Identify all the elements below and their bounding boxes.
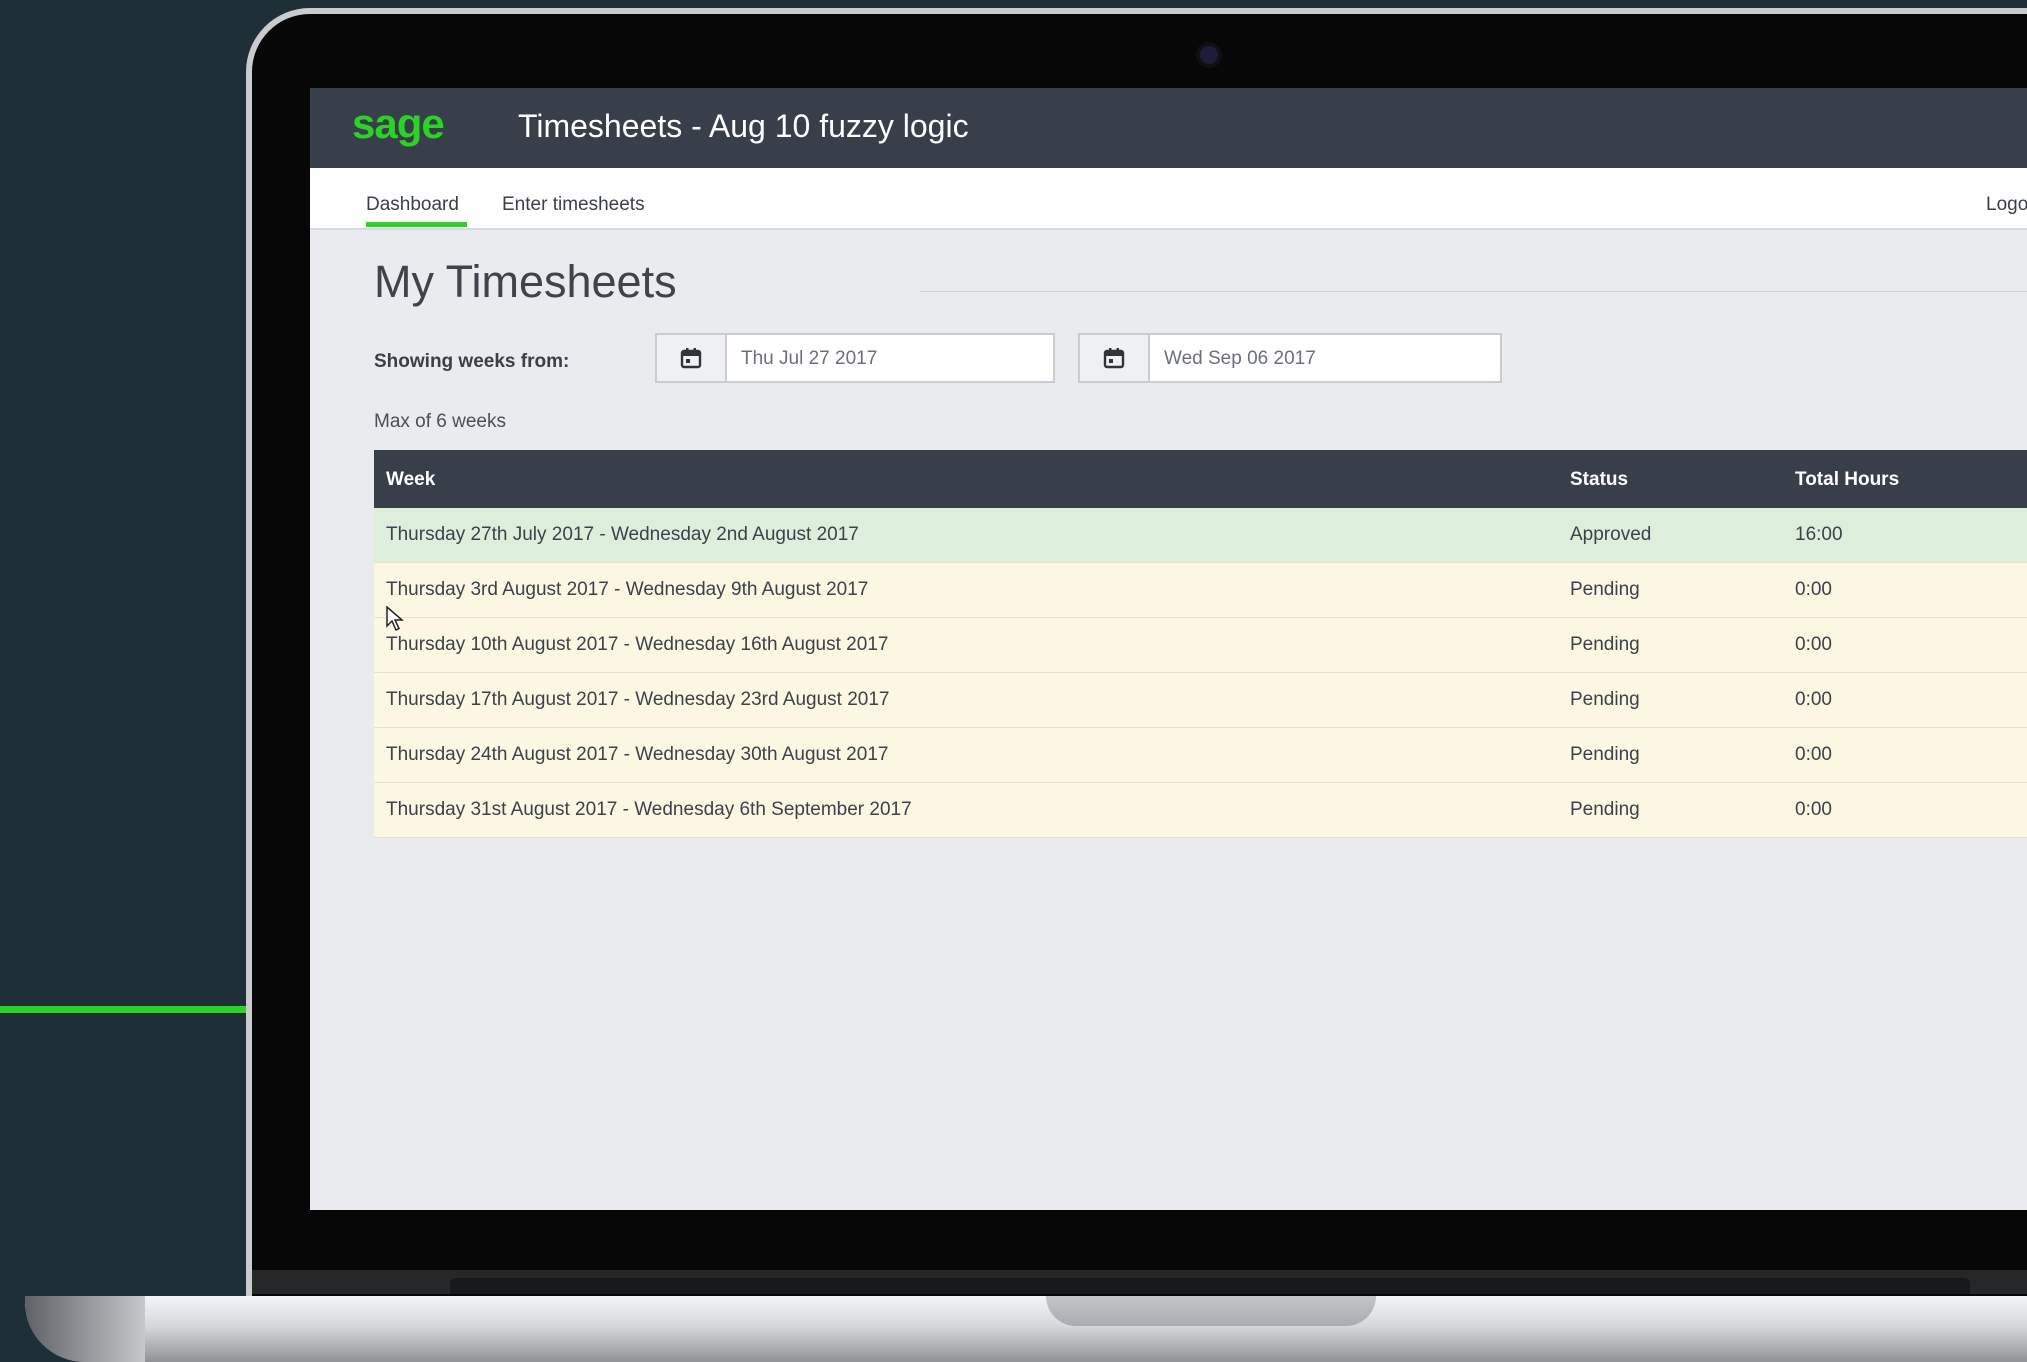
row-status: Approved bbox=[1570, 524, 1652, 545]
from-date-field[interactable]: Thu Jul 27 2017 bbox=[655, 333, 1055, 383]
table-row[interactable]: Thursday 17th August 2017 - Wednesday 23… bbox=[374, 673, 2027, 728]
row-status: Pending bbox=[1570, 799, 1640, 820]
timesheets-table: Week Status Total Hours Thursday 27th Ju… bbox=[374, 450, 2027, 838]
row-total-hours: 0:00 bbox=[1795, 634, 1832, 655]
app-screen: sage Timesheets - Aug 10 fuzzy logic Das… bbox=[310, 88, 2027, 1210]
app-title: Timesheets - Aug 10 fuzzy logic bbox=[518, 108, 969, 144]
table-row[interactable]: Thursday 10th August 2017 - Wednesday 16… bbox=[374, 618, 2027, 673]
app-header: sage Timesheets - Aug 10 fuzzy logic bbox=[310, 88, 2027, 168]
row-status: Pending bbox=[1570, 689, 1640, 710]
webcam bbox=[1200, 46, 1218, 64]
row-total-hours: 0:00 bbox=[1795, 579, 1832, 600]
row-week[interactable]: Thursday 3rd August 2017 - Wednesday 9th… bbox=[386, 579, 868, 601]
date-range-label: Showing weeks from: bbox=[374, 351, 570, 372]
table-header: Week Status Total Hours bbox=[374, 450, 2027, 508]
to-date-value[interactable]: Wed Sep 06 2017 bbox=[1164, 348, 1316, 370]
row-week[interactable]: Thursday 17th August 2017 - Wednesday 23… bbox=[386, 689, 890, 711]
table-row[interactable]: Thursday 3rd August 2017 - Wednesday 9th… bbox=[374, 563, 2027, 618]
sage-logo[interactable]: sage bbox=[352, 100, 445, 148]
tab-enter-timesheets[interactable]: Enter timesheets bbox=[502, 194, 645, 216]
laptop-base-edge bbox=[25, 1296, 145, 1362]
row-total-hours: 0:00 bbox=[1795, 799, 1832, 820]
calendar-icon[interactable] bbox=[657, 335, 727, 381]
table-row[interactable]: Thursday 27th July 2017 - Wednesday 2nd … bbox=[374, 508, 2027, 563]
row-status: Pending bbox=[1570, 634, 1640, 655]
from-date-value[interactable]: Thu Jul 27 2017 bbox=[741, 348, 877, 370]
active-tab-indicator bbox=[366, 222, 467, 227]
row-week[interactable]: Thursday 10th August 2017 - Wednesday 16… bbox=[386, 634, 888, 656]
page-title: My Timesheets bbox=[374, 256, 677, 307]
row-week[interactable]: Thursday 27th July 2017 - Wednesday 2nd … bbox=[386, 524, 859, 546]
accent-line bbox=[0, 1006, 246, 1013]
logout-link[interactable]: Logo bbox=[1986, 194, 2027, 216]
max-weeks-note: Max of 6 weeks bbox=[374, 411, 506, 432]
laptop-hinge-inner bbox=[450, 1278, 1970, 1294]
mouse-cursor-icon bbox=[386, 605, 405, 637]
table-row[interactable]: Thursday 31st August 2017 - Wednesday 6t… bbox=[374, 783, 2027, 838]
column-header-week[interactable]: Week bbox=[386, 469, 435, 491]
calendar-icon[interactable] bbox=[1080, 335, 1150, 381]
column-header-status[interactable]: Status bbox=[1570, 469, 1628, 491]
row-total-hours: 0:00 bbox=[1795, 689, 1832, 710]
row-status: Pending bbox=[1570, 744, 1640, 765]
tab-dashboard[interactable]: Dashboard bbox=[366, 194, 459, 216]
row-week[interactable]: Thursday 31st August 2017 - Wednesday 6t… bbox=[386, 799, 912, 821]
row-total-hours: 16:00 bbox=[1795, 524, 1843, 545]
laptop-notch bbox=[1046, 1296, 1376, 1326]
row-status: Pending bbox=[1570, 579, 1640, 600]
column-header-total-hours[interactable]: Total Hours bbox=[1795, 469, 1899, 491]
laptop-base bbox=[25, 1296, 2027, 1362]
row-week[interactable]: Thursday 24th August 2017 - Wednesday 30… bbox=[386, 744, 888, 766]
row-total-hours: 0:00 bbox=[1795, 744, 1832, 765]
table-row[interactable]: Thursday 24th August 2017 - Wednesday 30… bbox=[374, 728, 2027, 783]
to-date-field[interactable]: Wed Sep 06 2017 bbox=[1078, 333, 1502, 383]
title-divider bbox=[920, 291, 2027, 292]
